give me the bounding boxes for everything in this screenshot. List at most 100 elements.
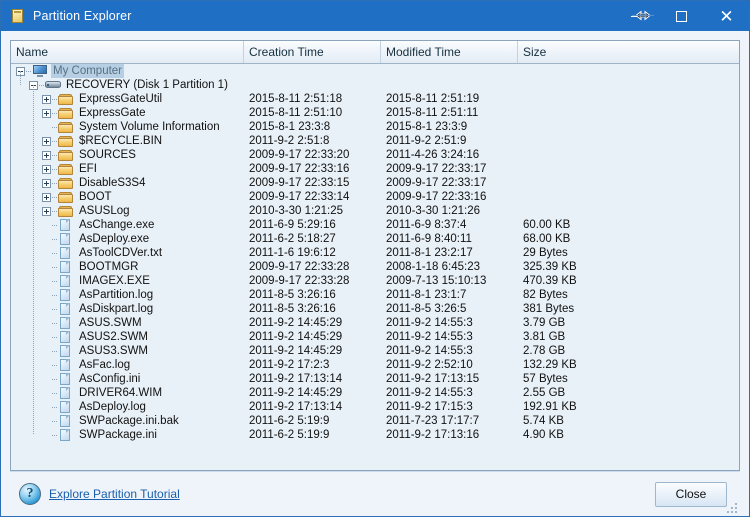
table-row[interactable]: AsToolCDVer.txt 2011-1-6 19:6:12 2011-8-1 …: [11, 246, 739, 260]
table-row[interactable]: RECOVERY (Disk 1 Partition 1): [11, 78, 739, 92]
tree-leaf-spacer: [42, 274, 52, 288]
table-row[interactable]: SWPackage.ini.bak 2011-6-2 5:19:9 2011-7-2…: [11, 414, 739, 428]
expand-plus-icon[interactable]: [42, 94, 51, 104]
table-row[interactable]: EFI 2009-9-17 22:33:16 2009-9-17 22:33:17: [11, 162, 739, 176]
tree-connector-line: [52, 364, 57, 366]
cell-creation-time: 2011-9-2 17:2:3: [249, 359, 330, 371]
cell-size: 82 Bytes: [523, 289, 568, 301]
cell-size: 381 Bytes: [523, 303, 575, 315]
table-row[interactable]: ASUS.SWM 2011-9-2 14:45:29 2011-9-2 14:55:…: [11, 316, 739, 330]
expand-plus-icon[interactable]: [42, 150, 51, 160]
table-row[interactable]: AsChange.exe 2011-6-9 5:29:16 2011-6-9 8:3…: [11, 218, 739, 232]
cell-creation-time: 2011-1-6 19:6:12: [249, 247, 336, 259]
table-row[interactable]: ExpressGate 2015-8-11 2:51:10 2015-8-11 2:…: [11, 106, 739, 120]
client-area: Name Creation Time Modified Time Size My…: [1, 31, 749, 516]
column-header-name[interactable]: Name: [11, 41, 244, 63]
tree-leaf-spacer: [42, 428, 52, 442]
close-window-button[interactable]: ✕: [704, 1, 749, 31]
table-row[interactable]: AsDeploy.log 2011-9-2 17:13:14 2011-9-2 17…: [11, 400, 739, 414]
table-row[interactable]: ASUS3.SWM 2011-9-2 14:45:29 2011-9-2 14:55…: [11, 344, 739, 358]
tree-connector-line: [52, 378, 57, 380]
cell-name: ASUSLog: [11, 204, 244, 218]
cell-creation-time: 2011-6-2 5:18:27: [249, 233, 336, 245]
table-row[interactable]: AsConfig.ini 2011-9-2 17:13:14 2011-9-2 17…: [11, 372, 739, 386]
item-name-label: AsConfig.ini: [79, 373, 141, 385]
cell-name: AsFac.log: [11, 358, 244, 372]
table-row[interactable]: SOURCES 2009-9-17 22:33:20 2011-4-26 3:24:…: [11, 148, 739, 162]
cell-modified-time: 2011-9-2 17:15:3: [386, 401, 473, 413]
close-button[interactable]: Close: [655, 481, 727, 507]
expand-plus-icon[interactable]: [42, 164, 51, 174]
tree-leaf-spacer: [42, 218, 52, 232]
resize-grip[interactable]: [726, 502, 738, 514]
cell-size: 68.00 KB: [523, 233, 571, 245]
item-name-label: EFI: [79, 163, 97, 175]
table-row[interactable]: System Volume Information 2015-8-1 23:3:8…: [11, 120, 739, 134]
table-row[interactable]: $RECYCLE.BIN 2011-9-2 2:51:8 2011-9-2 2:51…: [11, 134, 739, 148]
cell-name: AsConfig.ini: [11, 372, 244, 386]
cell-size: 325.39 KB: [523, 261, 577, 273]
expand-plus-icon[interactable]: [42, 192, 51, 202]
table-row[interactable]: BOOTMGR 2009-9-17 22:33:28 2008-1-18 6:45:…: [11, 260, 739, 274]
cell-size: 3.81 GB: [523, 331, 566, 343]
item-name-label: IMAGEX.EXE: [79, 275, 150, 287]
cell-modified-time: 2011-9-2 14:55:3: [386, 317, 473, 329]
file-icon: [58, 274, 74, 288]
table-row[interactable]: DRIVER64.WIM 2011-9-2 14:45:29 2011-9-2 14…: [11, 386, 739, 400]
tree-connector-line: [39, 84, 44, 86]
column-header-size[interactable]: Size: [518, 41, 739, 63]
file-icon: [58, 288, 74, 302]
partition-file-listview[interactable]: Name Creation Time Modified Time Size My…: [10, 40, 740, 471]
cell-name: AsToolCDVer.txt: [11, 246, 244, 260]
table-row[interactable]: AsDiskpart.log 2011-8-5 3:26:16 2011-8-5 3…: [11, 302, 739, 316]
table-row[interactable]: ASUS2.SWM 2011-9-2 14:45:29 2011-9-2 14:55…: [11, 330, 739, 344]
expand-plus-icon[interactable]: [42, 206, 51, 216]
tree-connector-line: [52, 182, 57, 184]
table-row[interactable]: AsFac.log 2011-9-2 17:2:3 2011-9-2 2:52:10…: [11, 358, 739, 372]
file-icon: [58, 232, 74, 246]
cell-name: AsChange.exe: [11, 218, 244, 232]
listview-body[interactable]: My Computer RECOVERY (Disk 1 Partition 1)…: [11, 64, 739, 470]
file-icon: [58, 302, 74, 316]
table-row[interactable]: SWPackage.ini 2011-6-2 5:19:9 2011-9-2 17:…: [11, 428, 739, 442]
item-name-label: SOURCES: [79, 149, 136, 161]
expand-plus-icon[interactable]: [42, 136, 51, 146]
expand-plus-icon[interactable]: [42, 178, 51, 188]
cell-creation-time: 2009-9-17 22:33:16: [249, 163, 350, 175]
table-row[interactable]: My Computer: [11, 64, 739, 78]
table-row[interactable]: IMAGEX.EXE 2009-9-17 22:33:28 2009-7-13 15…: [11, 274, 739, 288]
folder-icon: [58, 176, 74, 190]
tree-leaf-spacer: [42, 232, 52, 246]
item-name-label: AsToolCDVer.txt: [79, 247, 163, 259]
expand-plus-icon[interactable]: [42, 108, 51, 118]
table-row[interactable]: BOOT 2009-9-17 22:33:14 2009-9-17 22:33:16: [11, 190, 739, 204]
table-row[interactable]: AsPartition.log 2011-8-5 3:26:16 2011-8-1 …: [11, 288, 739, 302]
table-row[interactable]: AsDeploy.exe 2011-6-2 5:18:27 2011-6-9 8:4…: [11, 232, 739, 246]
table-row[interactable]: DisableS3S4 2009-9-17 22:33:15 2009-9-17 2…: [11, 176, 739, 190]
tree-connector-line: [52, 196, 57, 198]
window-title: Partition Explorer: [33, 9, 132, 23]
title-bar[interactable]: Partition Explorer ✕: [1, 1, 749, 31]
column-header-creation-time[interactable]: Creation Time: [244, 41, 381, 63]
cell-modified-time: 2011-8-5 3:26:5: [386, 303, 467, 315]
table-row[interactable]: ExpressGateUtil 2015-8-11 2:51:18 2015-8-1…: [11, 92, 739, 106]
cell-modified-time: 2011-9-2 2:52:10: [386, 359, 473, 371]
explore-partition-tutorial-link[interactable]: Explore Partition Tutorial: [49, 487, 180, 501]
table-row[interactable]: ASUSLog 2010-3-30 1:21:25 2010-3-30 1:21:2…: [11, 204, 739, 218]
column-header-modified-time[interactable]: Modified Time: [381, 41, 518, 63]
question-mark-help-icon[interactable]: ?: [19, 483, 41, 505]
minimize-button[interactable]: [614, 1, 659, 31]
tree-trunk-line: [20, 71, 21, 85]
file-icon: [58, 400, 74, 414]
maximize-button[interactable]: [659, 1, 704, 31]
cell-modified-time: 2015-8-11 2:51:19: [386, 93, 480, 105]
cell-creation-time: 2011-6-2 5:19:9: [249, 429, 330, 441]
cell-creation-time: 2015-8-1 23:3:8: [249, 121, 331, 133]
item-name-label: BOOTMGR: [79, 261, 139, 273]
footer-bar: ? Explore Partition Tutorial Close: [10, 471, 740, 516]
